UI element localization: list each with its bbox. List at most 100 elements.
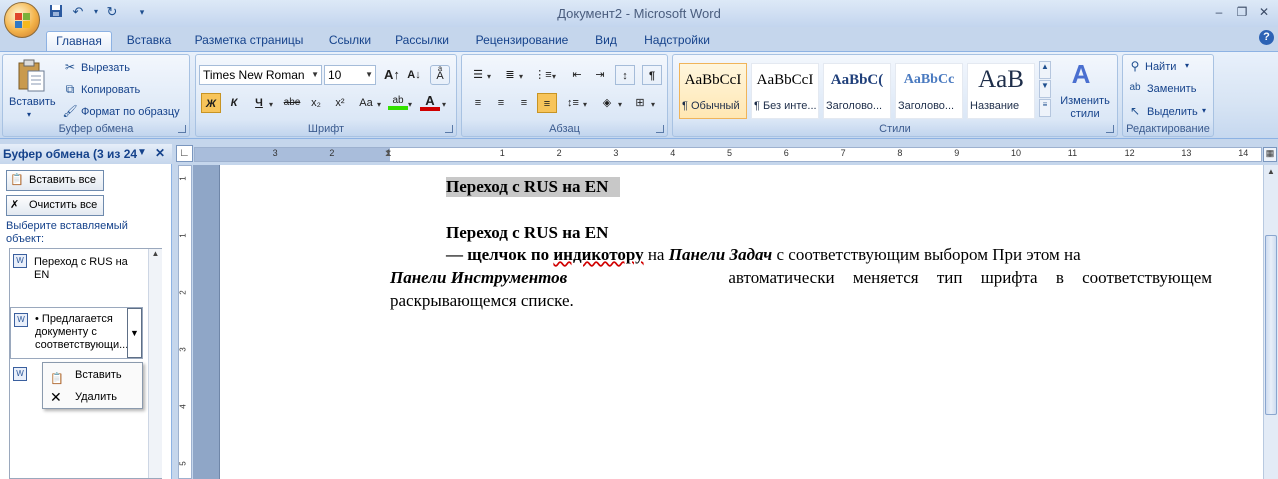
restore-icon[interactable]: ❐ — [1232, 4, 1252, 20]
borders-icon[interactable]: ⊞ — [630, 93, 650, 113]
sort-icon[interactable]: ↕ — [615, 65, 635, 85]
grow-font-icon[interactable]: A↑ — [382, 65, 402, 85]
minimize-icon[interactable]: – — [1209, 4, 1229, 20]
superscript-button[interactable]: x² — [330, 93, 350, 113]
style-heading-1[interactable]: AaBbC( Заголово... — [823, 63, 891, 119]
select-dropdown-icon[interactable]: ▾ — [1202, 106, 1206, 115]
find-button[interactable]: Найти — [1145, 61, 1176, 73]
close-pane-icon[interactable]: ✕ — [155, 146, 165, 160]
style-title[interactable]: AaB Название — [967, 63, 1035, 119]
vertical-ruler[interactable]: 1 1 2 3 4 5 — [178, 165, 192, 479]
paste-dropdown-icon[interactable]: ▾ — [27, 110, 31, 119]
copy-button[interactable]: Копировать — [81, 84, 140, 96]
change-styles-button[interactable]: Изменить стили — [1057, 95, 1113, 121]
doc-paragraph-line-3[interactable]: раскрывающемся списке. — [390, 291, 574, 311]
bold-button[interactable]: Ж — [201, 93, 221, 113]
styles-launcher-icon[interactable] — [1106, 125, 1114, 133]
borders-dropdown-icon[interactable]: ▾ — [651, 100, 655, 109]
change-case-button[interactable]: Aa — [354, 93, 378, 113]
vertical-scrollbar[interactable]: ▲ — [1263, 165, 1278, 479]
paste-all-button[interactable]: 📋 Вставить все — [6, 170, 104, 191]
clear-formatting-icon[interactable]: Aͣ — [430, 65, 450, 85]
tab-mailings[interactable]: Рассылки — [390, 31, 454, 51]
tab-review[interactable]: Рецензирование — [468, 31, 576, 51]
tab-addins[interactable]: Надстройки — [636, 31, 718, 51]
justify-icon[interactable]: ≡ — [537, 93, 557, 113]
line-spacing-dropdown-icon[interactable]: ▾ — [583, 100, 587, 109]
paragraph-launcher-icon[interactable] — [656, 125, 664, 133]
clipboard-item[interactable]: W • Предлагается документу с соответству… — [10, 307, 143, 359]
shading-icon[interactable]: ◈ — [597, 93, 617, 113]
doc-paragraph-line-1[interactable]: — щелчок по индикотору на Панели Задач с… — [446, 245, 1212, 265]
doc-paragraph-line-2[interactable]: Панели Инструментов автоматически меняет… — [390, 268, 1212, 288]
styles-scroll-up-icon[interactable]: ▲ — [1039, 61, 1051, 79]
select-button[interactable]: Выделить — [1147, 106, 1198, 118]
style-no-spacing[interactable]: AaBbCcI ¶ Без инте... — [751, 63, 819, 119]
tab-home[interactable]: Главная — [46, 31, 112, 51]
format-painter-button[interactable]: Формат по образцу — [81, 106, 180, 118]
bullets-dropdown-icon[interactable]: ▾ — [487, 72, 491, 81]
document-page[interactable]: Переход с RUS на EN Переход с RUS на EN … — [219, 165, 1263, 479]
tab-page-layout[interactable]: Разметка страницы — [190, 31, 308, 51]
horizontal-ruler[interactable]: 321123456789101112131415⧗ — [194, 147, 1262, 162]
highlight-icon[interactable]: ab — [388, 91, 408, 111]
clear-all-button[interactable]: ✗ Очистить все — [6, 195, 104, 216]
tab-selector-icon[interactable]: ∟ — [176, 145, 193, 162]
numbering-dropdown-icon[interactable]: ▾ — [519, 72, 523, 81]
office-button[interactable] — [4, 2, 40, 38]
paste-button[interactable]: Вставить — [9, 96, 56, 108]
numbering-icon[interactable]: ≣ — [500, 65, 520, 85]
paste-icon[interactable] — [15, 59, 47, 93]
shrink-font-icon[interactable]: A↓ — [404, 65, 424, 85]
tab-references[interactable]: Ссылки — [322, 31, 378, 51]
tab-insert[interactable]: Вставка — [118, 31, 180, 51]
style-heading-2[interactable]: AaBbCc Заголово... — [895, 63, 963, 119]
font-color-dropdown-icon[interactable]: ▾ — [442, 100, 446, 109]
change-case-dropdown-icon[interactable]: ▾ — [377, 100, 381, 109]
font-launcher-icon[interactable] — [445, 125, 453, 133]
multilevel-dropdown-icon[interactable]: ▾ — [552, 72, 556, 81]
clipboard-item[interactable]: W Переход с RUS на EN — [10, 249, 149, 297]
item-dropdown-icon[interactable]: ▼ — [127, 308, 142, 358]
context-menu-paste[interactable]: 📋 Вставить — [43, 364, 142, 386]
word-document-icon[interactable]: W — [13, 367, 27, 381]
show-marks-icon[interactable]: ¶ — [642, 65, 662, 85]
close-icon[interactable]: ✕ — [1254, 4, 1274, 20]
align-right-icon[interactable]: ≡ — [514, 93, 534, 113]
help-icon[interactable]: ? — [1259, 30, 1274, 45]
line-spacing-icon[interactable]: ↕≡ — [563, 93, 583, 113]
doc-heading[interactable]: Переход с RUS на EN — [446, 223, 608, 243]
indent-marker-icon[interactable]: ⧗ — [385, 148, 391, 159]
align-left-icon[interactable]: ≡ — [468, 93, 488, 113]
clipboard-launcher-icon[interactable] — [178, 125, 186, 133]
styles-scroll-down-icon[interactable]: ▼ — [1039, 80, 1051, 98]
find-dropdown-icon[interactable]: ▾ — [1185, 61, 1189, 70]
underline-button[interactable]: Ч — [249, 93, 269, 113]
scroll-thumb[interactable] — [1265, 235, 1277, 415]
decrease-indent-icon[interactable]: ⇤ — [567, 65, 587, 85]
tab-view[interactable]: Вид — [588, 31, 624, 51]
align-center-icon[interactable]: ≡ — [491, 93, 511, 113]
scroll-up-icon[interactable]: ▲ — [1265, 167, 1277, 181]
styles-more-icon[interactable]: ≡ — [1039, 99, 1051, 117]
scroll-up-icon[interactable]: ▲ — [149, 249, 162, 263]
increase-indent-icon[interactable]: ⇥ — [590, 65, 610, 85]
highlight-dropdown-icon[interactable]: ▾ — [408, 100, 412, 109]
bullets-icon[interactable]: ☰ — [468, 65, 488, 85]
context-menu-delete[interactable]: ✕ Удалить — [43, 386, 142, 408]
font-name-select[interactable]: Times New Roman ▼ — [199, 65, 322, 85]
cut-button[interactable]: Вырезать — [81, 62, 130, 74]
shading-dropdown-icon[interactable]: ▾ — [618, 100, 622, 109]
font-color-icon[interactable]: A — [420, 91, 440, 111]
font-size-select[interactable]: 10 ▼ — [324, 65, 376, 85]
multilevel-list-icon[interactable]: ⋮≡ — [533, 65, 553, 85]
underline-dropdown-icon[interactable]: ▾ — [269, 100, 273, 109]
subscript-button[interactable]: x₂ — [306, 93, 326, 113]
pane-options-icon[interactable]: ▼ — [137, 147, 147, 158]
italic-button[interactable]: К — [224, 93, 244, 113]
view-ruler-icon[interactable]: ▦ — [1263, 147, 1277, 162]
clipboard-list-scrollbar[interactable]: ▲ — [148, 249, 162, 478]
strikethrough-button[interactable]: abe — [282, 93, 302, 113]
style-normal[interactable]: AaBbCcI ¶ Обычный — [679, 63, 747, 119]
doc-heading-selected[interactable]: Переход с RUS на EN — [446, 177, 621, 197]
